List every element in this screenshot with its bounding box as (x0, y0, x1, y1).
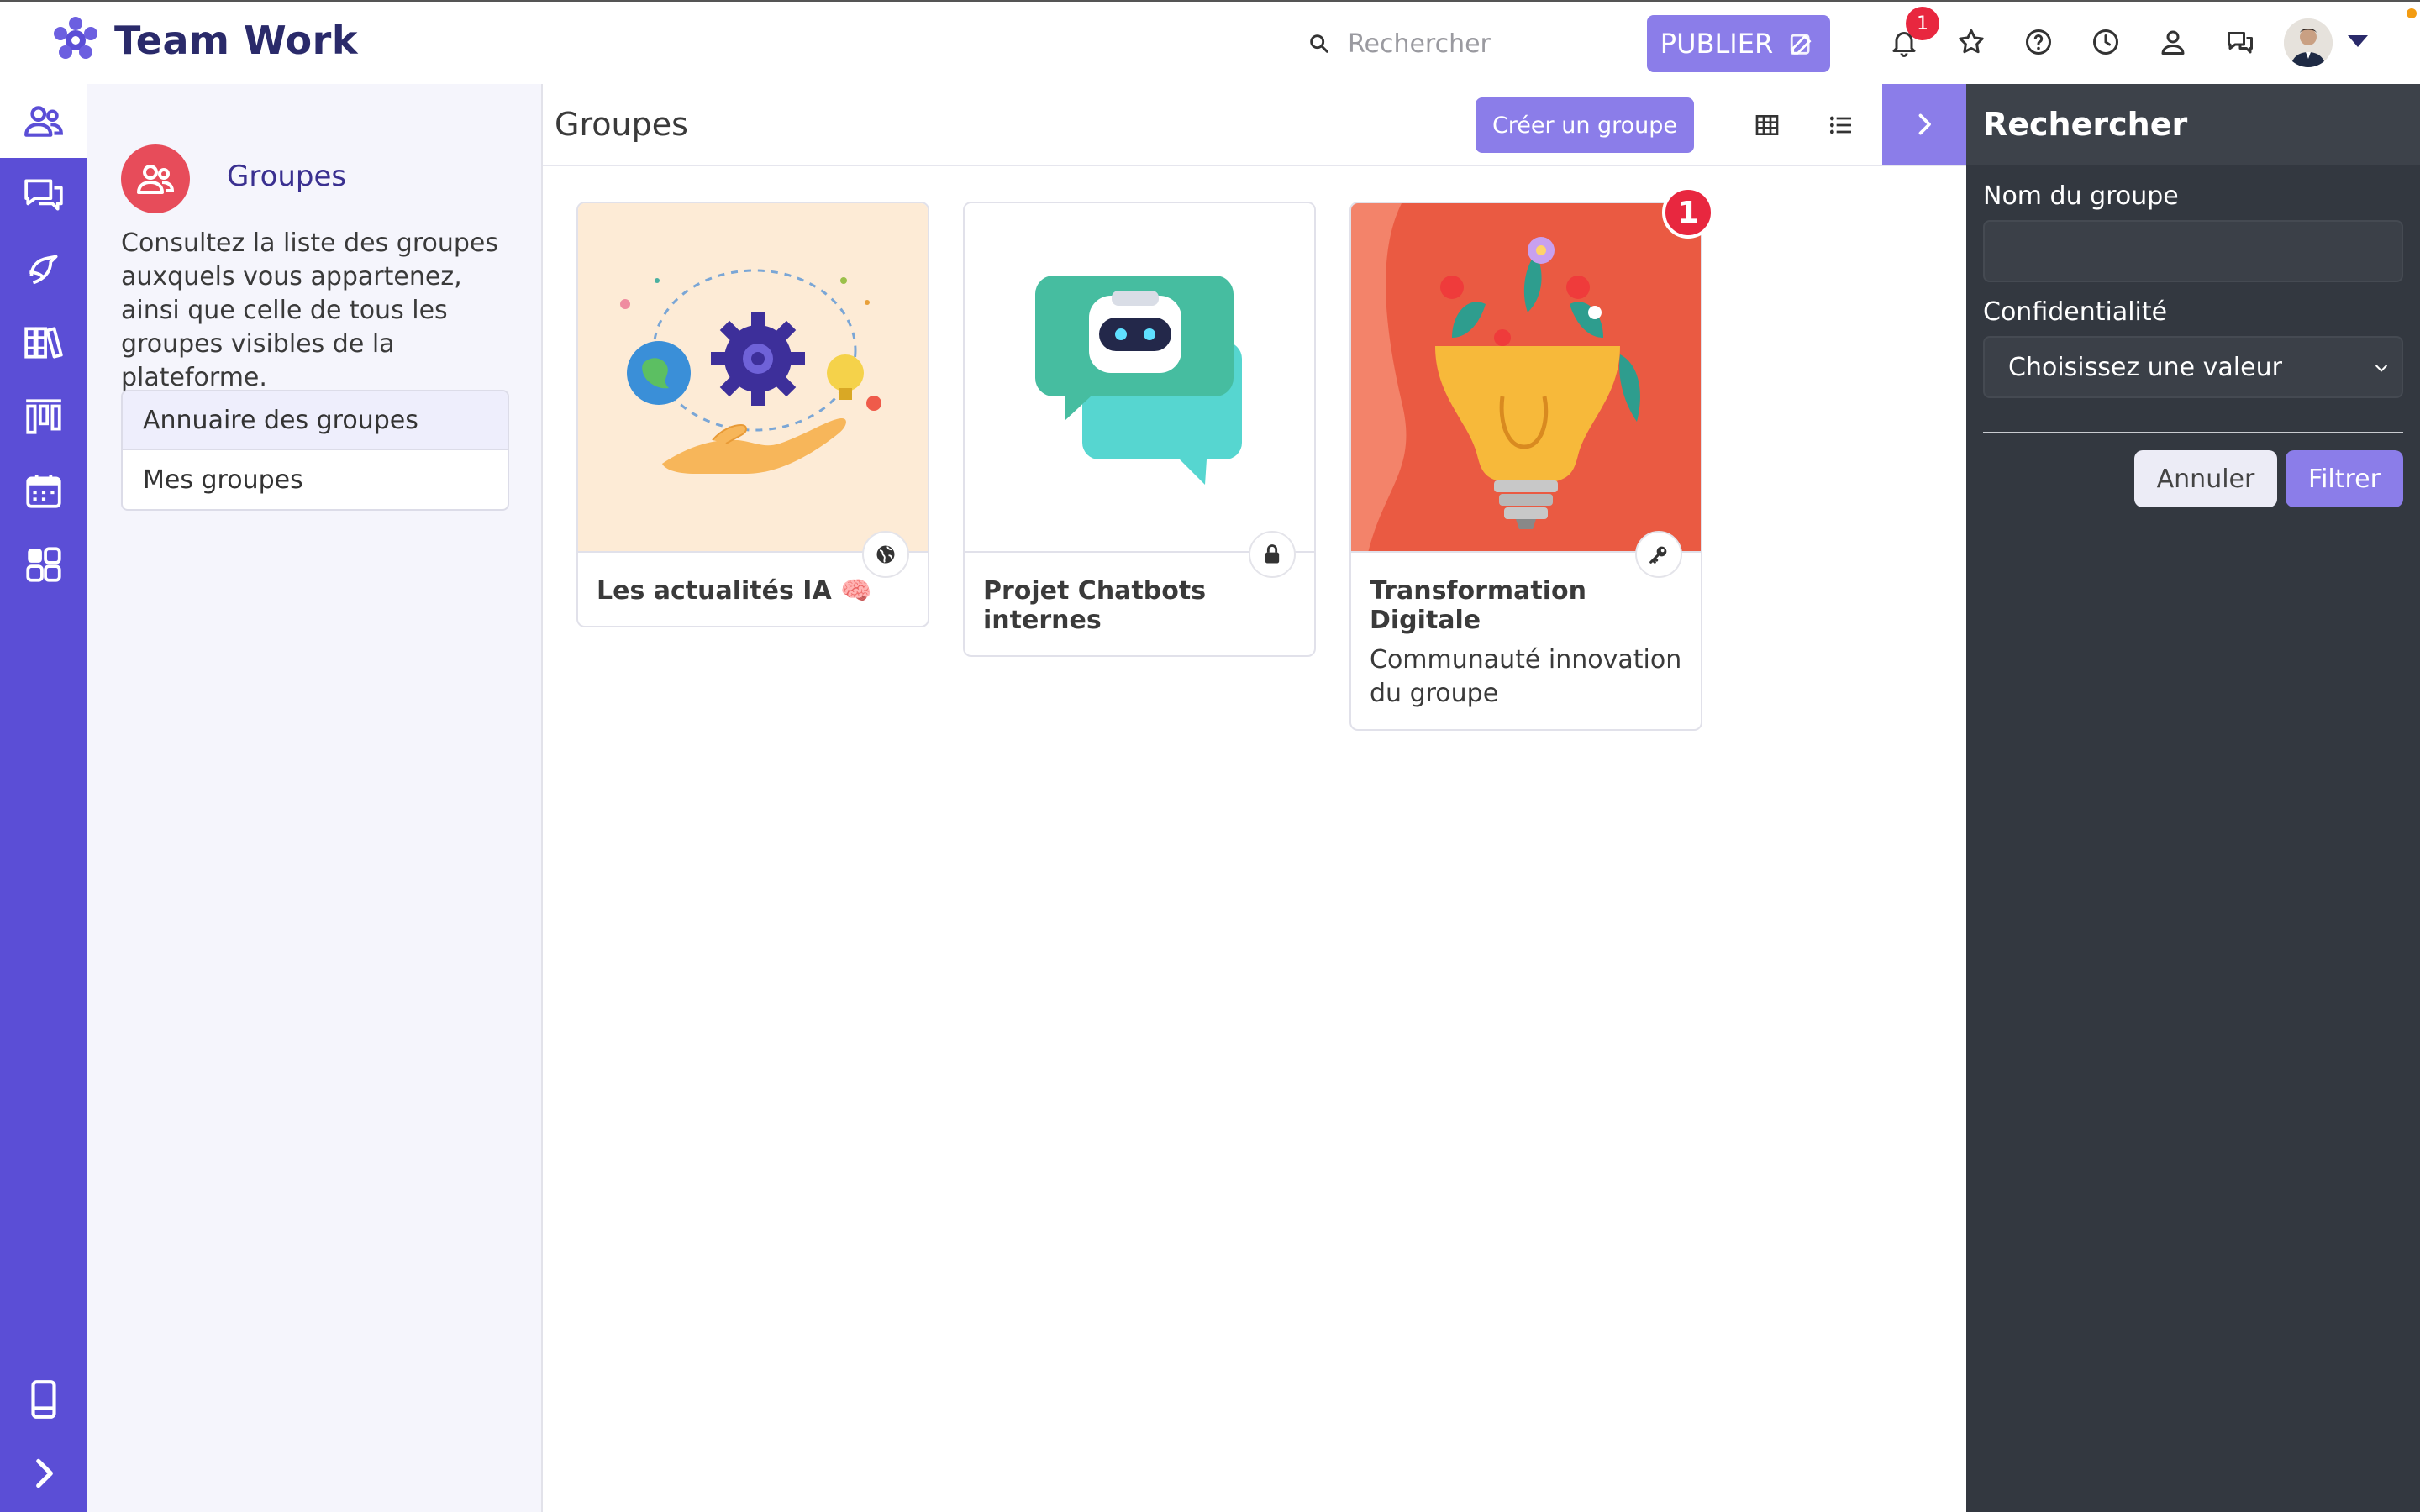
privacy-select[interactable]: Choisissez une valeur (1983, 336, 2403, 398)
search-input[interactable] (1348, 29, 1617, 59)
rail-item-expand[interactable] (0, 1436, 87, 1510)
filter-panel: Rechercher Nom du groupe Confidentialité… (1966, 84, 2420, 1512)
chevron-down-icon[interactable] (2348, 35, 2368, 47)
create-group-button[interactable]: Créer un groupe (1476, 97, 1694, 153)
privacy-select-value: Choisissez une valeur (2008, 352, 2282, 382)
status-dot (2407, 8, 2417, 18)
group-card[interactable]: Les actualités IA 🧠 (576, 202, 929, 627)
groups-icon (24, 106, 63, 137)
section-title: Groupes (227, 160, 347, 193)
menu-item-group-directory[interactable]: Annuaire des groupes (123, 391, 508, 450)
menu-item-my-groups[interactable]: Mes groupes (123, 450, 508, 509)
chat-icon[interactable] (2222, 24, 2259, 60)
group-image-chatbots (965, 203, 1314, 553)
rail-item-activity[interactable] (0, 232, 87, 306)
apps-icon (26, 547, 61, 582)
star-icon[interactable] (1953, 24, 1990, 60)
group-name-input[interactable] (1983, 220, 2403, 282)
key-icon (1635, 531, 1682, 578)
rail-item-discussions[interactable] (0, 158, 87, 232)
activity-icon (29, 255, 58, 285)
group-image-transformation (1351, 203, 1701, 553)
section-menu: Annuaire des groupes Mes groupes (121, 390, 509, 511)
help-icon[interactable] (2020, 24, 2057, 60)
rail-item-library[interactable] (0, 306, 87, 380)
app-nav-rail (0, 84, 87, 1512)
grid-view-icon[interactable] (1748, 106, 1786, 144)
calendar-icon (26, 475, 61, 508)
list-view-icon[interactable] (1822, 106, 1860, 144)
group-name-label: Nom du groupe (1983, 181, 2179, 211)
expand-icon (36, 1458, 53, 1488)
app-title: Team Work (114, 18, 358, 63)
chevron-down-icon (2375, 365, 2387, 372)
group-description: Communauté innovation du groupe (1370, 645, 1682, 708)
app-logo[interactable]: Team Work (49, 13, 358, 67)
rail-item-apps[interactable] (0, 528, 87, 601)
page-title: Groupes (555, 106, 688, 143)
group-card[interactable]: Transformation Digitale Communauté innov… (1349, 202, 1702, 731)
board-icon (26, 399, 61, 434)
publish-button[interactable]: PUBLIER (1647, 15, 1830, 72)
privacy-label: Confidentialité (1983, 297, 2168, 327)
notification-count-badge: 1 (1906, 7, 1939, 40)
filter-panel-toggle[interactable] (1882, 84, 1966, 165)
filter-divider (1983, 432, 2403, 433)
rail-item-groups[interactable] (0, 84, 87, 158)
cancel-button[interactable]: Annuler (2134, 450, 2277, 507)
library-icon (24, 327, 63, 359)
rail-item-board[interactable] (0, 380, 87, 454)
edit-icon (1791, 34, 1812, 55)
top-bar: Team Work PUBLIER 1 (0, 0, 2420, 84)
rail-item-calendar[interactable] (0, 454, 87, 528)
lock-icon (1249, 531, 1296, 578)
rail-item-mobile[interactable] (0, 1362, 87, 1436)
group-card[interactable]: Projet Chatbots internes (963, 202, 1316, 657)
global-search[interactable] (1307, 24, 1617, 64)
logo-icon (54, 17, 97, 59)
clock-icon[interactable] (2087, 24, 2124, 60)
filter-button[interactable]: Filtrer (2286, 450, 2403, 507)
group-image-ai-news (578, 203, 928, 553)
filter-title: Rechercher (1966, 84, 2420, 165)
avatar[interactable] (2284, 18, 2333, 67)
mobile-icon (31, 1380, 56, 1419)
group-notification-badge: 1 (1662, 186, 1714, 239)
section-sidebar: Groupes Consultez la liste des groupes a… (87, 84, 543, 1512)
user-icon[interactable] (2154, 24, 2191, 60)
publish-label: PUBLIER (1660, 28, 1774, 60)
globe-icon (862, 531, 909, 578)
chevron-right-icon (1918, 113, 1931, 135)
section-description: Consultez la liste des groupes auxquels … (121, 228, 498, 392)
search-icon (1310, 34, 1328, 53)
discussions-icon (24, 179, 63, 211)
groups-section-icon (121, 144, 190, 213)
main-header: Groupes Créer un groupe (543, 84, 1966, 166)
